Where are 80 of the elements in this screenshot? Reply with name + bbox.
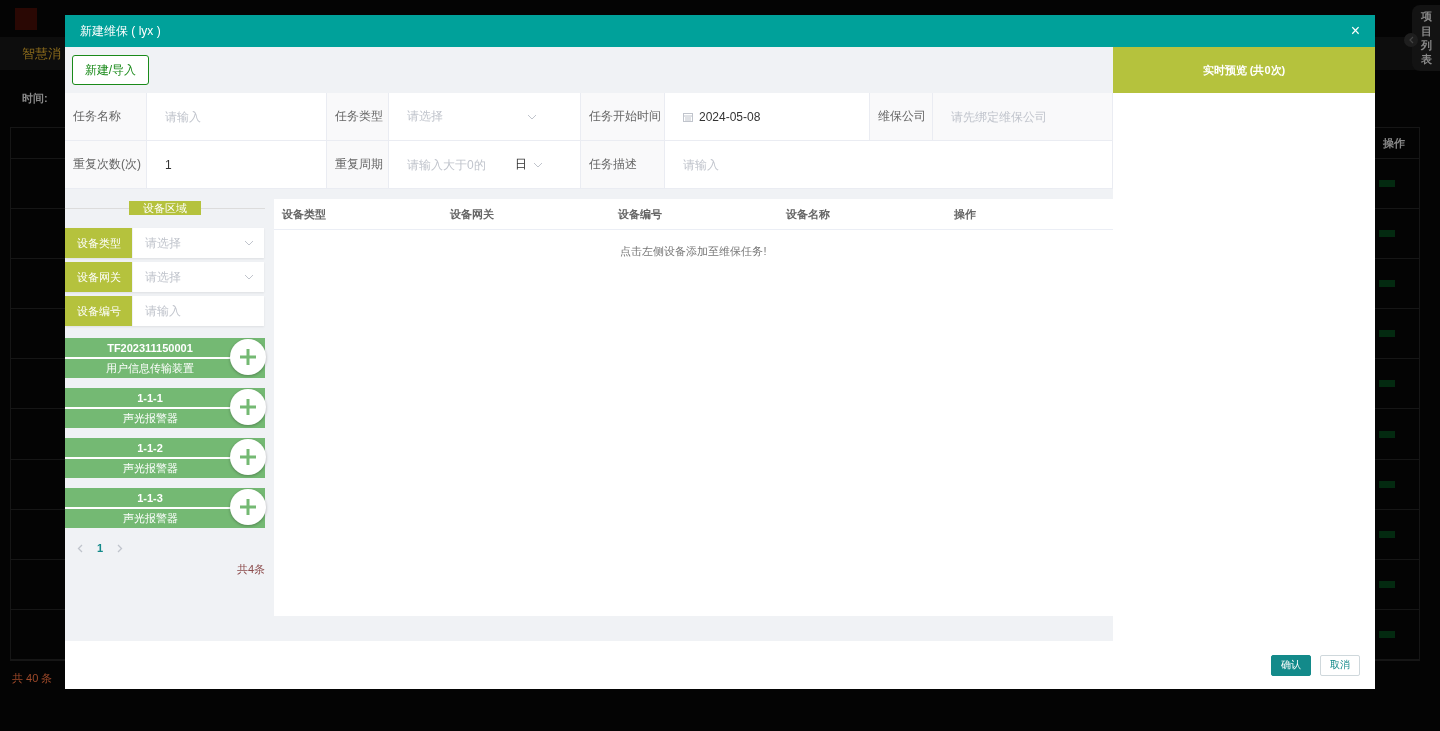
date-field[interactable]: 2024-05-08 [683, 107, 761, 126]
field-label: 任务开始时间 [589, 108, 661, 125]
field-label: 维保公司 [878, 108, 926, 125]
plus-icon [239, 448, 257, 466]
field-label: 任务类型 [335, 108, 383, 125]
add-button[interactable] [230, 439, 266, 475]
column-header: 设备名称 [786, 206, 831, 222]
column-header: 设备编号 [618, 206, 663, 222]
plus-icon [239, 398, 257, 416]
filter-label: 时间: [22, 91, 48, 106]
section-title: 设备区域 [129, 201, 201, 215]
text-input[interactable]: 1 [165, 157, 326, 172]
unit-select[interactable]: 日 [515, 154, 543, 175]
add-button[interactable] [230, 389, 266, 425]
row-action-button[interactable] [1379, 330, 1395, 338]
input-field[interactable]: 请输入 [147, 93, 327, 141]
row-action-button[interactable] [1379, 480, 1395, 488]
column-header: 设备网关 [450, 206, 495, 222]
device-code: 1-1-2 [137, 441, 163, 454]
field-label: 重复次数(次) [73, 156, 141, 173]
add-button[interactable] [230, 339, 266, 375]
confirm-button[interactable]: 确认 [1271, 654, 1311, 676]
filter-label: 设备编号 [65, 296, 132, 326]
cancel-button[interactable]: 取消 [1320, 654, 1360, 676]
filter-label: 设备网关 [65, 262, 132, 292]
previous-page-icon[interactable] [77, 543, 83, 553]
row-action-button[interactable] [1379, 230, 1395, 238]
text-input[interactable]: 请输入 [683, 157, 1112, 172]
field-label: 任务描述 [589, 156, 637, 173]
field-label: 重复周期 [335, 156, 383, 173]
device-code: 1-1-1 [137, 391, 163, 404]
device-code: TF202311150001 [107, 341, 193, 354]
caret-icon [244, 240, 254, 246]
filter-label: 设备类型 [65, 228, 132, 258]
nav-tab[interactable]: 智慧消 [22, 44, 61, 63]
column-header: 操作 [1383, 135, 1405, 151]
preview-title: 实时预览 (共0次) [1202, 62, 1286, 78]
dialog-title: 新建维保 ( lyx ) [80, 22, 161, 40]
device-card[interactable]: 1-1-3 声光报警器 [65, 488, 265, 528]
collapse-button[interactable] [1404, 33, 1418, 47]
empty-message: 点击左侧设备添加至维保任务! [619, 244, 768, 259]
row-action-button[interactable] [1379, 530, 1395, 538]
close-button[interactable]: × [1350, 22, 1360, 40]
device-code: 1-1-3 [137, 491, 163, 504]
row-action-button[interactable] [1379, 180, 1395, 188]
import-button[interactable]: 新建/导入 [72, 55, 149, 85]
caret-icon [533, 161, 543, 168]
row-action-button[interactable] [1379, 380, 1395, 388]
caret-icon [244, 274, 254, 280]
chevron-left-icon [1408, 36, 1414, 44]
total-count: 共4条 [236, 562, 265, 577]
row-action-button[interactable] [1379, 580, 1395, 588]
device-name: 声光报警器 [122, 461, 178, 476]
text-input[interactable]: 请输入 [165, 109, 326, 124]
total-count: 共 40 条 [12, 671, 53, 686]
page-button[interactable]: 1 [97, 542, 104, 554]
calendar-icon [683, 111, 693, 122]
device-name: 声光报警器 [122, 511, 178, 526]
logo-icon [15, 7, 37, 30]
input-field[interactable]: 请输入 [133, 296, 264, 326]
column-header: 设备类型 [282, 206, 327, 222]
add-button[interactable] [230, 489, 266, 525]
caret-icon [527, 113, 537, 120]
device-name: 用户信息传输装置 [106, 361, 194, 376]
next-page-icon[interactable] [117, 543, 124, 553]
plus-icon [239, 348, 257, 366]
device-card[interactable]: 1-1-2 声光报警器 [65, 438, 265, 478]
device-card[interactable]: 1-1-1 声光报警器 [65, 388, 265, 428]
row-action-button[interactable] [1379, 630, 1395, 638]
device-card[interactable]: TF202311150001 用户信息传输装置 [65, 338, 265, 378]
input-field[interactable]: 1 [147, 141, 327, 189]
input-field[interactable]: 请输入 [665, 141, 1113, 189]
text-input[interactable]: 请输入 [145, 304, 254, 318]
side-tab[interactable]: 项目列表 [1412, 5, 1440, 71]
field-label: 任务名称 [73, 108, 121, 125]
row-action-button[interactable] [1379, 430, 1395, 438]
device-name: 声光报警器 [122, 411, 178, 426]
column-header: 操作 [954, 206, 977, 222]
plus-icon [239, 498, 257, 516]
row-action-button[interactable] [1379, 280, 1395, 288]
